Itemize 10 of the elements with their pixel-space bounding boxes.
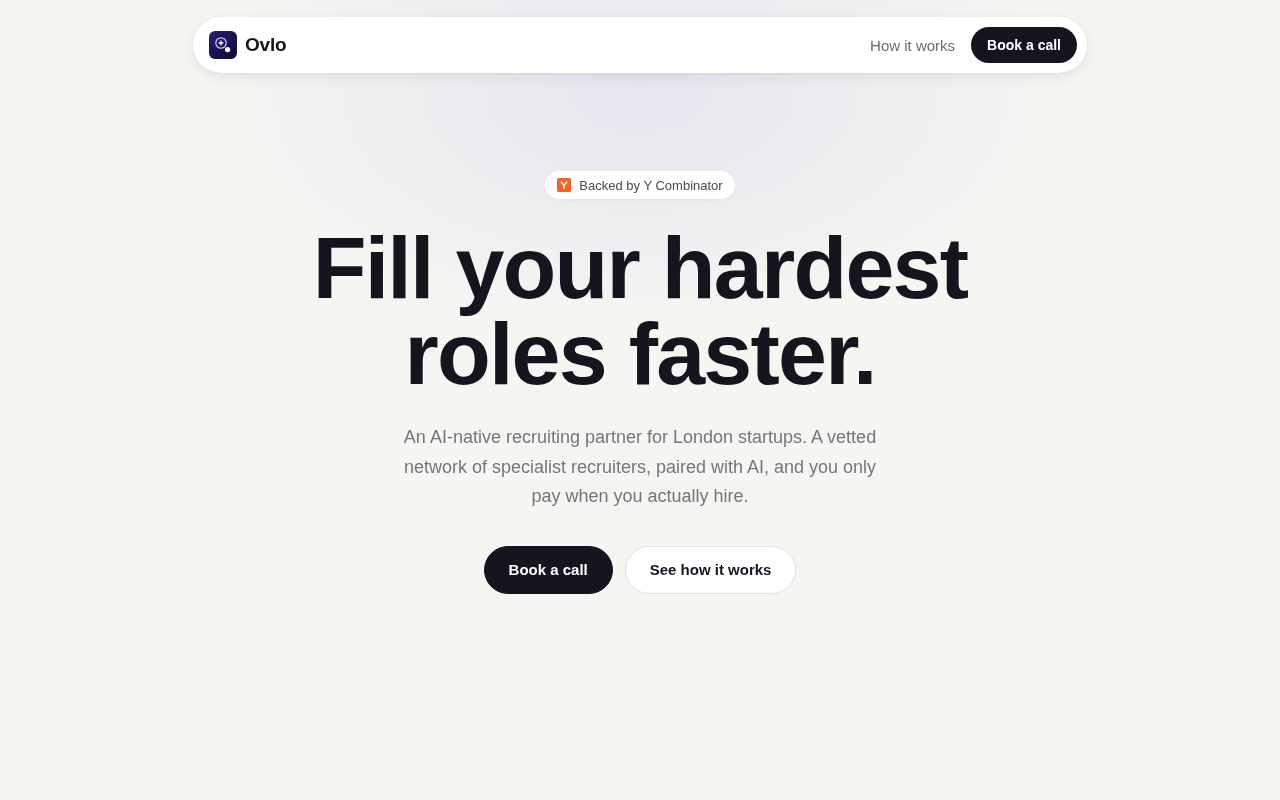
book-call-button[interactable]: Book a call <box>483 545 613 594</box>
y-logo-icon <box>557 178 572 192</box>
hero-subtitle: An AI-native recruiting partner for London startups. A vetted network of specialist recruiters, paired with AI, and you only pay when you actually hire. <box>402 426 878 508</box>
see-how-button[interactable]: See how it works <box>624 545 797 594</box>
logo-icon <box>209 31 237 59</box>
nav-link[interactable]: How it works <box>870 36 956 54</box>
brand-name[interactable]: Ovlo <box>245 34 287 56</box>
badge-text: Backed by Y Combinator <box>579 177 723 193</box>
hero-headline: Fill your hardest roles faster. <box>311 225 969 397</box>
book-call-button[interactable]: Book a call <box>971 27 1077 63</box>
